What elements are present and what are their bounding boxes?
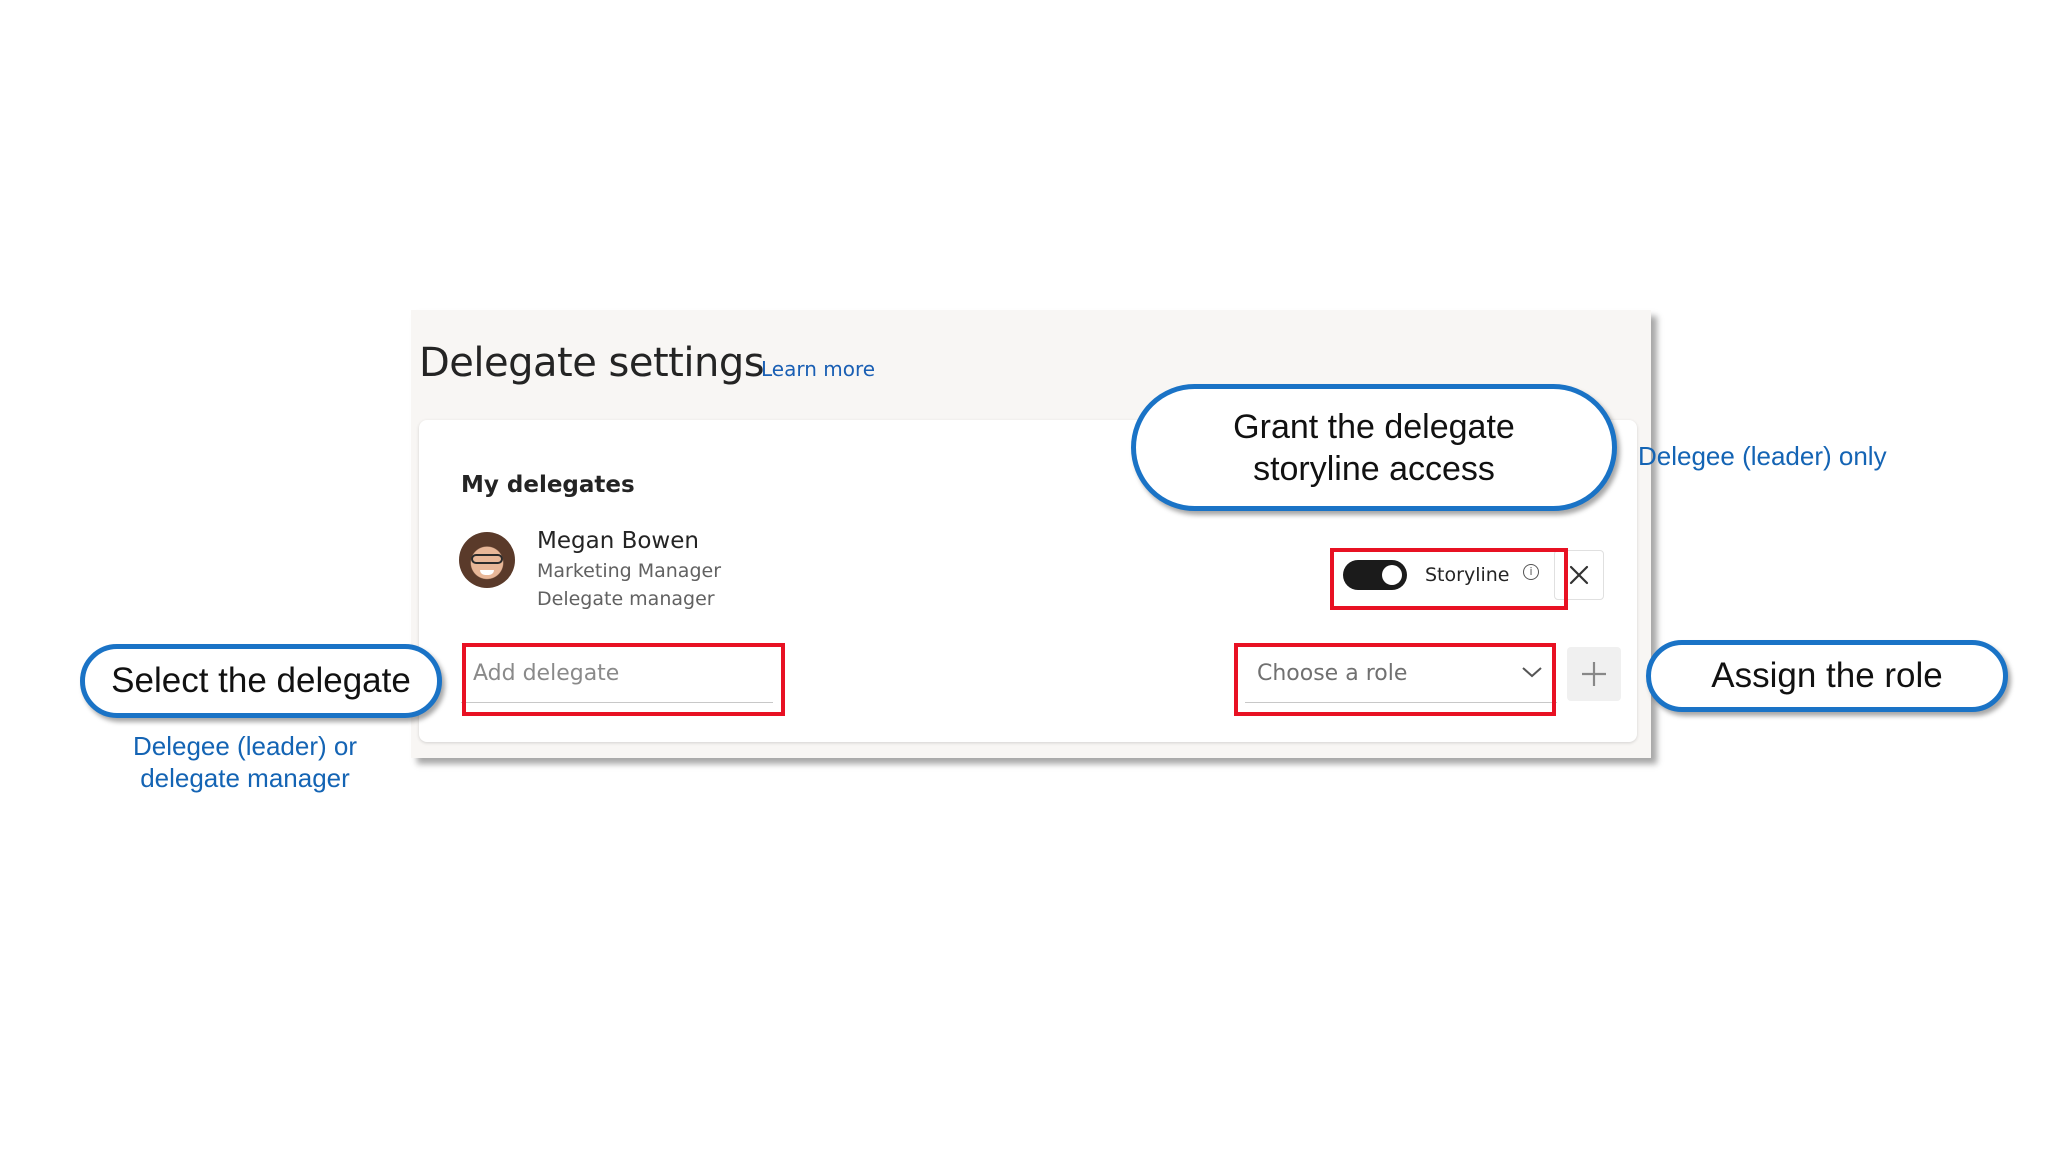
- select-delegate-callout: Select the delegate: [80, 644, 442, 718]
- delegate-job-title: Marketing Manager: [537, 560, 722, 582]
- note-line-1: Delegee (leader) or: [132, 731, 357, 761]
- add-role-button[interactable]: [1567, 647, 1621, 701]
- leader-or-manager-note: Delegee (leader) or delegate manager: [110, 730, 380, 794]
- plus-icon: [1582, 662, 1606, 686]
- storyline-highlight: [1330, 548, 1568, 610]
- page-title: Delegate settings: [419, 340, 765, 386]
- choose-role-highlight: [1234, 643, 1556, 716]
- storyline-callout: Grant the delegate storyline access: [1131, 384, 1617, 511]
- section-title: My delegates: [461, 472, 635, 498]
- select-delegate-callout-text: Select the delegate: [111, 661, 411, 700]
- delegate-name: Megan Bowen: [537, 528, 699, 554]
- learn-more-link[interactable]: Learn more: [761, 357, 875, 381]
- note-line-2: delegate manager: [140, 763, 350, 793]
- leader-only-note: Delegee (leader) only: [1638, 441, 1887, 471]
- avatar: [459, 532, 515, 588]
- assign-role-callout: Assign the role: [1646, 640, 2008, 712]
- glasses-detail: [471, 554, 503, 564]
- delegate-role: Delegate manager: [537, 588, 715, 610]
- add-delegate-highlight: [462, 643, 785, 716]
- storyline-callout-text: Grant the delegate storyline access: [1233, 407, 1515, 488]
- assign-role-callout-text: Assign the role: [1711, 656, 1943, 695]
- smile-detail: [480, 570, 494, 575]
